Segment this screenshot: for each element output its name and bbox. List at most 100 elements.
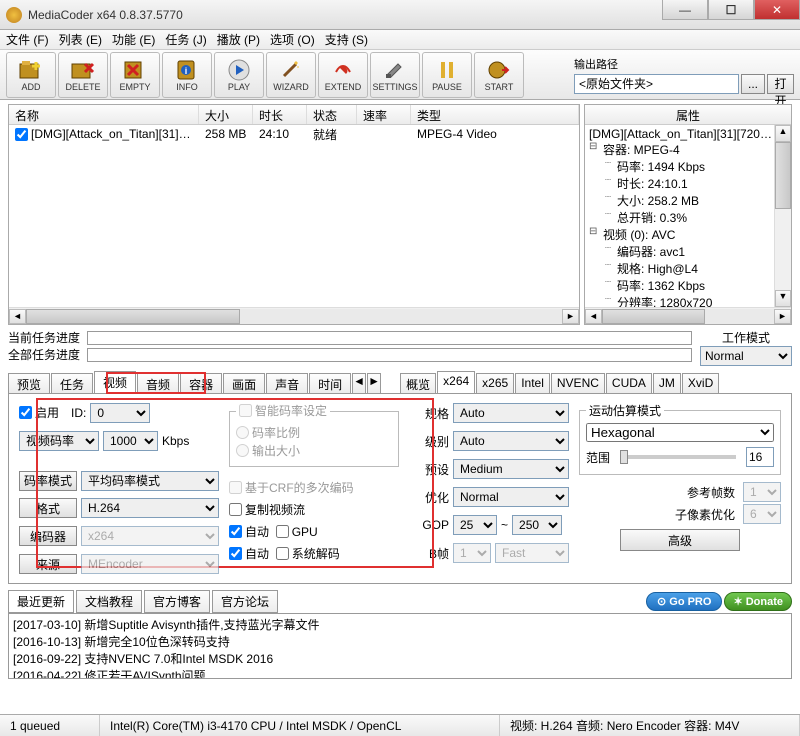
tab-audio[interactable]: 音频 bbox=[137, 373, 179, 393]
scroll-left-icon[interactable]: ◄ bbox=[585, 309, 602, 324]
level-select[interactable]: Auto bbox=[453, 431, 569, 451]
btab-blog[interactable]: 官方博客 bbox=[144, 590, 210, 613]
col-name[interactable]: 名称 bbox=[9, 105, 199, 124]
tab-jm[interactable]: JM bbox=[653, 373, 681, 393]
open-button[interactable]: 打开 bbox=[767, 74, 794, 94]
empty-button[interactable]: EMPTY bbox=[110, 52, 160, 98]
enable-checkbox-label[interactable]: 启用 bbox=[19, 404, 59, 421]
menu-task[interactable]: 任务 (J) bbox=[165, 31, 206, 48]
copy-stream-checkbox[interactable] bbox=[229, 503, 242, 516]
tab-task[interactable]: 任务 bbox=[51, 373, 93, 393]
tab-x264[interactable]: x264 bbox=[437, 371, 475, 393]
rate-value-select[interactable]: 1000 bbox=[103, 431, 158, 451]
menu-play[interactable]: 播放 (P) bbox=[217, 31, 260, 48]
donate-button[interactable]: ✶ Donate bbox=[724, 592, 792, 611]
properties-vertical-scrollbar[interactable]: ▲ ▼ bbox=[774, 125, 791, 307]
list-horizontal-scrollbar[interactable]: ◄ ► bbox=[9, 307, 579, 324]
tab-nvenc[interactable]: NVENC bbox=[551, 373, 605, 393]
minimize-button[interactable]: — bbox=[662, 0, 708, 20]
id-select[interactable]: 0 bbox=[90, 403, 150, 423]
tab-intel[interactable]: Intel bbox=[515, 373, 550, 393]
col-duration[interactable]: 时长 bbox=[253, 105, 307, 124]
gop-min-select[interactable]: 25 bbox=[453, 515, 497, 535]
btab-forum[interactable]: 官方论坛 bbox=[212, 590, 278, 613]
scroll-down-icon[interactable]: ▼ bbox=[775, 290, 791, 307]
col-type[interactable]: 类型 bbox=[411, 105, 579, 124]
list-body[interactable]: [DMG][Attack_on_Titan][31][720P… 258 MB … bbox=[9, 125, 579, 307]
pause-button[interactable]: PAUSE bbox=[422, 52, 472, 98]
tab-container[interactable]: 容器 bbox=[180, 373, 222, 393]
format-select[interactable]: H.264 bbox=[81, 498, 219, 518]
sysdec-checkbox[interactable] bbox=[276, 547, 289, 560]
smart-bitrate-checkbox bbox=[239, 404, 252, 417]
tab-time[interactable]: 时间 bbox=[309, 373, 351, 393]
tab-video[interactable]: 视频 bbox=[94, 371, 136, 393]
bitrate-mode-button[interactable]: 码率模式 bbox=[19, 471, 77, 491]
tab-sound[interactable]: 声音 bbox=[266, 373, 308, 393]
id-label: ID: bbox=[71, 406, 86, 420]
start-button[interactable]: START bbox=[474, 52, 524, 98]
list-row[interactable]: [DMG][Attack_on_Titan][31][720P… 258 MB … bbox=[9, 125, 579, 143]
delete-button[interactable]: DELETE bbox=[58, 52, 108, 98]
menu-options[interactable]: 选项 (O) bbox=[270, 31, 315, 48]
tab-nav-left[interactable]: ◄ bbox=[352, 373, 366, 393]
workmode-label: 工作模式 bbox=[700, 329, 792, 346]
btab-docs[interactable]: 文档教程 bbox=[76, 590, 142, 613]
scroll-thumb[interactable] bbox=[26, 309, 240, 324]
info-button[interactable]: iINFO bbox=[162, 52, 212, 98]
add-button[interactable]: ADD bbox=[6, 52, 56, 98]
menu-list[interactable]: 列表 (E) bbox=[59, 31, 102, 48]
bitrate-mode-select[interactable]: 平均码率模式 bbox=[81, 471, 219, 491]
col-size[interactable]: 大小 bbox=[199, 105, 253, 124]
advanced-button[interactable]: 高级 bbox=[620, 529, 740, 551]
menu-func[interactable]: 功能 (E) bbox=[112, 31, 155, 48]
scroll-thumb[interactable] bbox=[602, 309, 705, 324]
encoder-button[interactable]: 编码器 bbox=[19, 526, 77, 546]
wizard-button[interactable]: WIZARD bbox=[266, 52, 316, 98]
properties-horizontal-scrollbar[interactable]: ◄ ► bbox=[585, 307, 791, 324]
browse-button[interactable]: ... bbox=[741, 74, 765, 94]
close-button[interactable]: ✕ bbox=[754, 0, 800, 20]
row-checkbox[interactable] bbox=[15, 128, 28, 141]
maximize-button[interactable]: ☐ bbox=[708, 0, 754, 20]
scroll-thumb[interactable] bbox=[775, 142, 791, 209]
preset-select[interactable]: Medium bbox=[453, 459, 569, 479]
play-button[interactable]: PLAY bbox=[214, 52, 264, 98]
source-button[interactable]: 来源 bbox=[19, 554, 77, 574]
scroll-right-icon[interactable]: ► bbox=[562, 309, 579, 324]
tab-overview[interactable]: 概览 bbox=[400, 373, 436, 393]
enable-checkbox[interactable] bbox=[19, 406, 32, 419]
tab-x265[interactable]: x265 bbox=[476, 373, 514, 393]
auto-source-checkbox[interactable] bbox=[229, 547, 242, 560]
tune-select[interactable]: Normal bbox=[453, 487, 569, 507]
profile-select[interactable]: Auto bbox=[453, 403, 569, 423]
properties-tree[interactable]: [DMG][Attack_on_Titan][31][720P][GE 容器: … bbox=[585, 125, 774, 307]
scroll-right-icon[interactable]: ► bbox=[774, 309, 791, 324]
auto-encoder-checkbox[interactable] bbox=[229, 525, 242, 538]
workmode-select[interactable]: Normal bbox=[700, 346, 792, 366]
menu-help[interactable]: 支持 (S) bbox=[325, 31, 368, 48]
col-rate[interactable]: 速率 bbox=[357, 105, 411, 124]
tab-nav-right[interactable]: ► bbox=[367, 373, 381, 393]
scroll-up-icon[interactable]: ▲ bbox=[775, 125, 791, 142]
tab-xvid[interactable]: XviD bbox=[682, 373, 719, 393]
settings-button[interactable]: SETTINGS bbox=[370, 52, 420, 98]
tab-picture[interactable]: 画面 bbox=[223, 373, 265, 393]
col-status[interactable]: 状态 bbox=[307, 105, 357, 124]
rate-type-select[interactable]: 视频码率 bbox=[19, 431, 99, 451]
scroll-left-icon[interactable]: ◄ bbox=[9, 309, 26, 324]
me-mode-select[interactable]: Hexagonal bbox=[586, 423, 774, 442]
tab-preview[interactable]: 预览 bbox=[8, 373, 50, 393]
news-box[interactable]: [2017-03-10] 新增Suptitle Avisynth插件,支持蓝光字… bbox=[8, 613, 792, 679]
output-path-input[interactable] bbox=[574, 74, 739, 94]
gpu-checkbox[interactable] bbox=[276, 525, 289, 538]
go-pro-button[interactable]: ⊙ Go PRO bbox=[646, 592, 722, 611]
range-slider[interactable] bbox=[620, 455, 736, 459]
range-value[interactable] bbox=[746, 447, 774, 467]
gop-max-select[interactable]: 250 bbox=[512, 515, 562, 535]
tab-cuda[interactable]: CUDA bbox=[606, 373, 652, 393]
btab-recent[interactable]: 最近更新 bbox=[8, 590, 74, 613]
menu-file[interactable]: 文件 (F) bbox=[6, 31, 49, 48]
extend-button[interactable]: EXTEND bbox=[318, 52, 368, 98]
format-button[interactable]: 格式 bbox=[19, 498, 77, 518]
